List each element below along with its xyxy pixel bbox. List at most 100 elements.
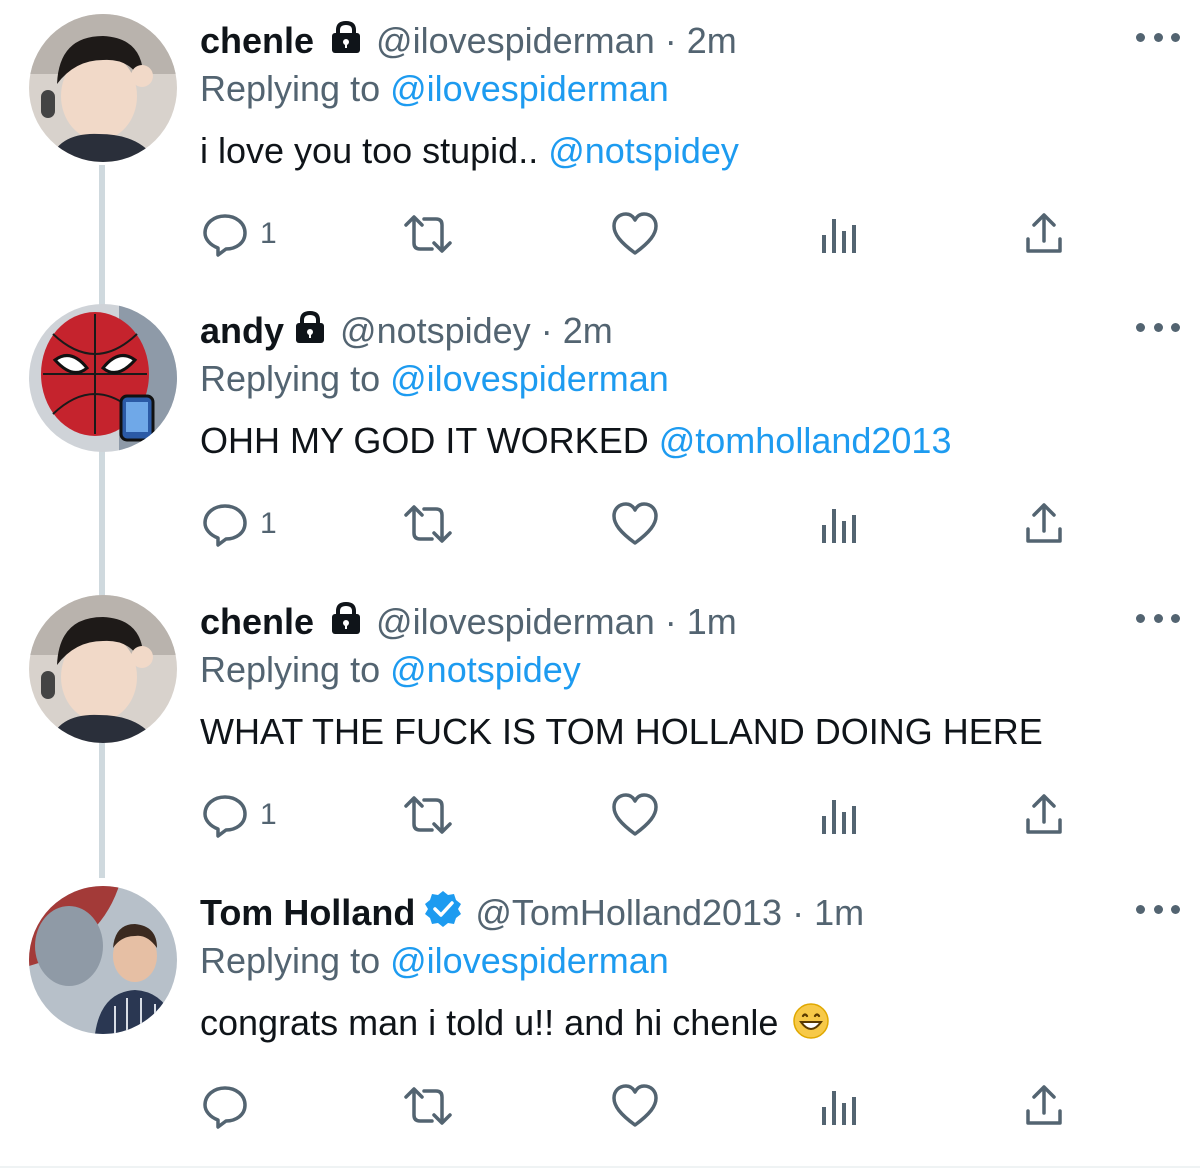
replying-to: Replying to @ilovespiderman bbox=[200, 940, 669, 982]
tweet-text: congrats man i told u!! and hi chenle bbox=[200, 1002, 830, 1049]
tweet-text: OHH MY GOD IT WORKED @tomholland2013 bbox=[200, 420, 951, 462]
share-button[interactable] bbox=[1022, 496, 1066, 552]
display-name[interactable]: chenle bbox=[200, 601, 314, 643]
display-name[interactable]: andy bbox=[200, 310, 284, 352]
reply-button[interactable]: 1 bbox=[200, 206, 277, 262]
replying-to-mention[interactable]: @ilovespiderman bbox=[390, 358, 669, 399]
retweet-icon bbox=[400, 209, 456, 259]
like-icon bbox=[610, 1081, 660, 1131]
display-name[interactable]: chenle bbox=[200, 20, 314, 62]
share-icon bbox=[1022, 499, 1066, 549]
reply-icon bbox=[200, 1081, 250, 1131]
user-handle[interactable]: @ilovespiderman bbox=[376, 20, 655, 62]
tweet-header: chenle @ilovespiderman · 1m bbox=[200, 599, 737, 645]
action-bar: 1 bbox=[200, 206, 1080, 262]
share-icon bbox=[1022, 209, 1066, 259]
like-button[interactable] bbox=[610, 787, 660, 843]
avatar[interactable] bbox=[29, 304, 177, 452]
user-handle[interactable]: @ilovespiderman bbox=[376, 601, 655, 643]
share-icon bbox=[1022, 1081, 1066, 1131]
views-button[interactable] bbox=[818, 1078, 862, 1134]
retweet-icon bbox=[400, 499, 456, 549]
lock-icon bbox=[292, 310, 328, 353]
views-button[interactable] bbox=[818, 206, 862, 262]
like-icon bbox=[610, 790, 660, 840]
retweet-button[interactable] bbox=[400, 496, 456, 552]
display-name[interactable]: Tom Holland bbox=[200, 892, 415, 934]
tweet-reply[interactable]: Tom Holland @TomHolland2013 · 1m Replyin… bbox=[0, 872, 1200, 1162]
retweet-button[interactable] bbox=[400, 787, 456, 843]
user-handle[interactable]: @TomHolland2013 bbox=[475, 892, 782, 934]
more-options-icon[interactable] bbox=[1136, 22, 1180, 52]
tweet-header: Tom Holland @TomHolland2013 · 1m bbox=[200, 890, 864, 936]
reply-button[interactable] bbox=[200, 1078, 260, 1134]
replying-to-mention[interactable]: @ilovespiderman bbox=[390, 68, 669, 109]
like-button[interactable] bbox=[610, 206, 660, 262]
views-button[interactable] bbox=[818, 787, 862, 843]
avatar[interactable] bbox=[29, 14, 177, 162]
like-icon bbox=[610, 499, 660, 549]
action-bar: 1 bbox=[200, 787, 1080, 843]
retweet-button[interactable] bbox=[400, 1078, 456, 1134]
replying-to-label: Replying to bbox=[200, 940, 381, 981]
tweet-text: WHAT THE FUCK IS TOM HOLLAND DOING HERE bbox=[200, 711, 1043, 753]
timestamp[interactable]: 1m bbox=[687, 601, 737, 643]
action-bar bbox=[200, 1078, 1080, 1134]
timestamp[interactable]: 2m bbox=[687, 20, 737, 62]
like-button[interactable] bbox=[610, 1078, 660, 1134]
tweet-mention[interactable]: @notspidey bbox=[548, 130, 739, 171]
retweet-button[interactable] bbox=[400, 206, 456, 262]
retweet-icon bbox=[400, 790, 456, 840]
reply-count: 1 bbox=[260, 798, 277, 831]
more-options-icon[interactable] bbox=[1136, 894, 1180, 924]
views-button[interactable] bbox=[818, 496, 862, 552]
views-icon bbox=[818, 499, 862, 549]
tweet-mention[interactable]: @tomholland2013 bbox=[659, 420, 952, 461]
reply-count: 1 bbox=[260, 507, 277, 540]
replying-to-mention[interactable]: @notspidey bbox=[390, 649, 581, 690]
reply-button[interactable]: 1 bbox=[200, 496, 277, 552]
separator-dot: · bbox=[664, 20, 677, 61]
share-button[interactable] bbox=[1022, 787, 1066, 843]
avatar[interactable] bbox=[29, 886, 177, 1034]
like-button[interactable] bbox=[610, 496, 660, 552]
tweet-reply[interactable]: andy @notspidey · 2m Replying to @iloves… bbox=[0, 290, 1200, 580]
replying-to: Replying to @notspidey bbox=[200, 649, 581, 691]
views-icon bbox=[818, 1081, 862, 1131]
replying-to: Replying to @ilovespiderman bbox=[200, 68, 669, 110]
lock-icon bbox=[328, 601, 364, 644]
replying-to-label: Replying to bbox=[200, 358, 381, 399]
separator-dot: · bbox=[664, 601, 677, 642]
reply-icon bbox=[200, 499, 250, 549]
separator-dot: · bbox=[792, 892, 805, 933]
verified-badge-icon bbox=[423, 889, 463, 938]
views-icon bbox=[818, 790, 862, 840]
replying-to-mention[interactable]: @ilovespiderman bbox=[390, 940, 669, 981]
tweet-header: andy @notspidey · 2m bbox=[200, 308, 613, 354]
tweet-reply[interactable]: chenle @ilovespiderman · 2m Replying to … bbox=[0, 0, 1200, 290]
share-button[interactable] bbox=[1022, 206, 1066, 262]
reply-icon bbox=[200, 209, 250, 259]
user-handle[interactable]: @notspidey bbox=[340, 310, 531, 352]
reply-icon bbox=[200, 790, 250, 840]
timestamp[interactable]: 1m bbox=[814, 892, 864, 934]
action-bar: 1 bbox=[200, 496, 1080, 552]
tweet-reply[interactable]: chenle @ilovespiderman · 1m Replying to … bbox=[0, 581, 1200, 871]
divider bbox=[0, 1166, 1200, 1168]
replying-to-label: Replying to bbox=[200, 649, 381, 690]
tweet-text: i love you too stupid.. @notspidey bbox=[200, 130, 739, 172]
reply-button[interactable]: 1 bbox=[200, 787, 277, 843]
tweet-header: chenle @ilovespiderman · 2m bbox=[200, 18, 737, 64]
more-options-icon[interactable] bbox=[1136, 312, 1180, 342]
replying-to-label: Replying to bbox=[200, 68, 381, 109]
reply-count: 1 bbox=[260, 217, 277, 250]
grinning-face-emoji bbox=[792, 1002, 830, 1049]
timestamp[interactable]: 2m bbox=[563, 310, 613, 352]
lock-icon bbox=[328, 20, 364, 63]
like-icon bbox=[610, 209, 660, 259]
share-icon bbox=[1022, 790, 1066, 840]
more-options-icon[interactable] bbox=[1136, 603, 1180, 633]
avatar[interactable] bbox=[29, 595, 177, 743]
share-button[interactable] bbox=[1022, 1078, 1066, 1134]
tweet-text-content: OHH MY GOD IT WORKED bbox=[200, 420, 649, 461]
